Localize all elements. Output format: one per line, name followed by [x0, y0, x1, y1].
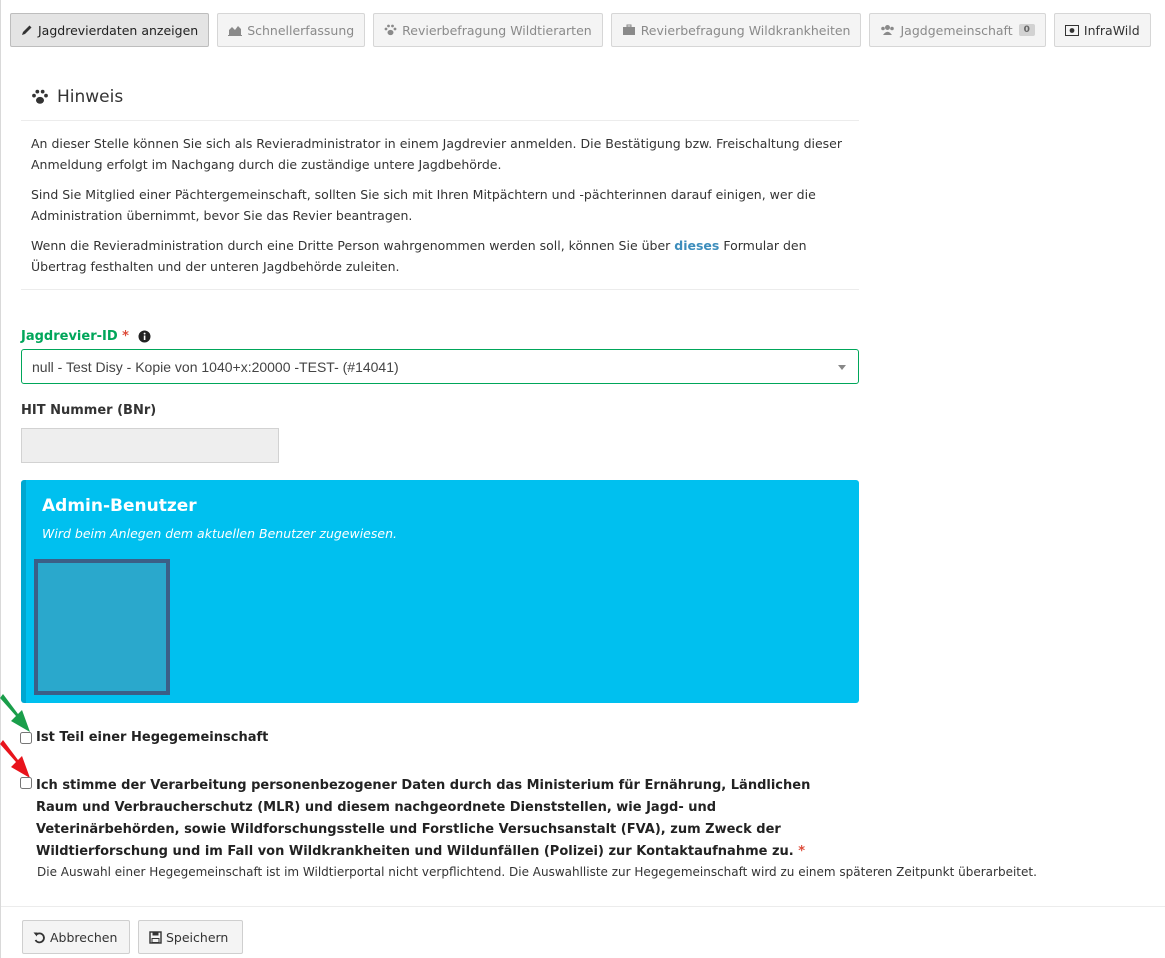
tab-jagdgemeinschaft[interactable]: Jagdgemeinschaft 0 — [869, 13, 1046, 47]
tab-infrawild[interactable]: InfraWild — [1053, 13, 1151, 47]
datenschutz-consent-checkbox[interactable] — [20, 777, 32, 789]
tab-label: Schnellerfassung — [247, 22, 355, 38]
paw-icon — [384, 24, 397, 36]
hegegemeinschaft-checkbox[interactable] — [20, 732, 32, 744]
admin-benutzer-box: Admin-Benutzer Wird beim Anlegen dem akt… — [21, 480, 859, 703]
button-label: Abbrechen — [50, 929, 118, 945]
tab-label: Jagdrevierdaten anzeigen — [38, 22, 199, 38]
required-marker: * — [798, 844, 806, 859]
admin-title: Admin-Benutzer — [42, 496, 197, 516]
field-label: Jagdrevier-ID — [21, 329, 118, 344]
users-icon — [880, 24, 895, 36]
hinweis-title: Hinweis — [57, 87, 124, 107]
count-badge: 0 — [1018, 24, 1035, 36]
tab-label: InfraWild — [1083, 22, 1140, 38]
tab-schnellerfassung[interactable]: Schnellerfassung — [217, 13, 366, 47]
jagdrevier-id-label: Jagdrevier-ID * — [21, 329, 151, 344]
hinweis-text: An dieser Stelle können Sie sich als Rev… — [21, 121, 859, 290]
hit-nummer-label: HIT Nummer (BNr) — [21, 403, 157, 418]
jagdrevier-select[interactable]: null - Test Disy - Kopie von 1040+x:2000… — [21, 349, 859, 384]
checkbox-label: Ich stimme der Verarbeitung personenbezo… — [36, 778, 811, 859]
floppy-disk-icon — [149, 930, 162, 944]
avatar — [34, 559, 170, 695]
money-icon — [1064, 24, 1079, 36]
required-marker: * — [122, 329, 129, 344]
info-circle-icon[interactable] — [138, 330, 151, 343]
consent-text: Ich stimme der Verarbeitung personenbezo… — [36, 775, 850, 863]
hinweis-paragraph: Wenn die Revieradministration durch eine… — [31, 235, 859, 277]
hegegemeinschaft-note: Die Auswahl einer Hegegemeinschaft ist i… — [37, 865, 1037, 879]
pencil-icon — [21, 24, 33, 36]
paw-icon — [31, 89, 49, 105]
area-chart-icon — [228, 24, 243, 36]
hegegemeinschaft-checkbox-row[interactable]: Ist Teil einer Hegegemeinschaft — [20, 730, 268, 745]
tab-jagdrevierdaten[interactable]: Jagdrevierdaten anzeigen — [10, 13, 210, 47]
datenschutz-consent-row[interactable]: Ich stimme der Verarbeitung personenbezo… — [20, 775, 850, 863]
briefcase-icon — [622, 24, 636, 36]
hinweis-paragraph: Sind Sie Mitglied einer Pächtergemeinsch… — [31, 187, 816, 223]
selected-value: null - Test Disy - Kopie von 1040+x:2000… — [32, 358, 399, 375]
tab-revierbefragung-wildkrankheiten[interactable]: Revierbefragung Wildkrankheiten — [610, 13, 862, 47]
paragraph-text: Wenn die Revieradministration durch eine… — [31, 238, 675, 253]
hinweis-paragraph: An dieser Stelle können Sie sich als Rev… — [31, 136, 843, 172]
hinweis-header: Hinweis — [21, 74, 859, 121]
undo-icon — [33, 931, 46, 944]
checkbox-label: Ist Teil einer Hegegemeinschaft — [36, 730, 269, 745]
button-label: Speichern — [166, 929, 229, 945]
divider — [1, 906, 1165, 907]
tab-label: Revierbefragung Wildtierarten — [402, 22, 592, 38]
cancel-button[interactable]: Abbrechen — [22, 920, 130, 954]
chevron-down-icon — [838, 365, 846, 370]
formular-link[interactable]: dieses — [674, 238, 719, 253]
tab-label: Jagdgemeinschaft — [900, 22, 1013, 38]
tab-label: Revierbefragung Wildkrankheiten — [640, 22, 851, 38]
admin-subtitle: Wird beim Anlegen dem aktuellen Benutzer… — [42, 526, 397, 541]
tab-bar: Jagdrevierdaten anzeigen Schnellerfassun… — [10, 13, 1151, 47]
tab-revierbefragung-wildtierarten[interactable]: Revierbefragung Wildtierarten — [373, 13, 603, 47]
hit-nummer-field — [21, 428, 279, 463]
hinweis-box: Hinweis An dieser Stelle können Sie sich… — [21, 74, 859, 290]
save-button[interactable]: Speichern — [138, 920, 243, 954]
